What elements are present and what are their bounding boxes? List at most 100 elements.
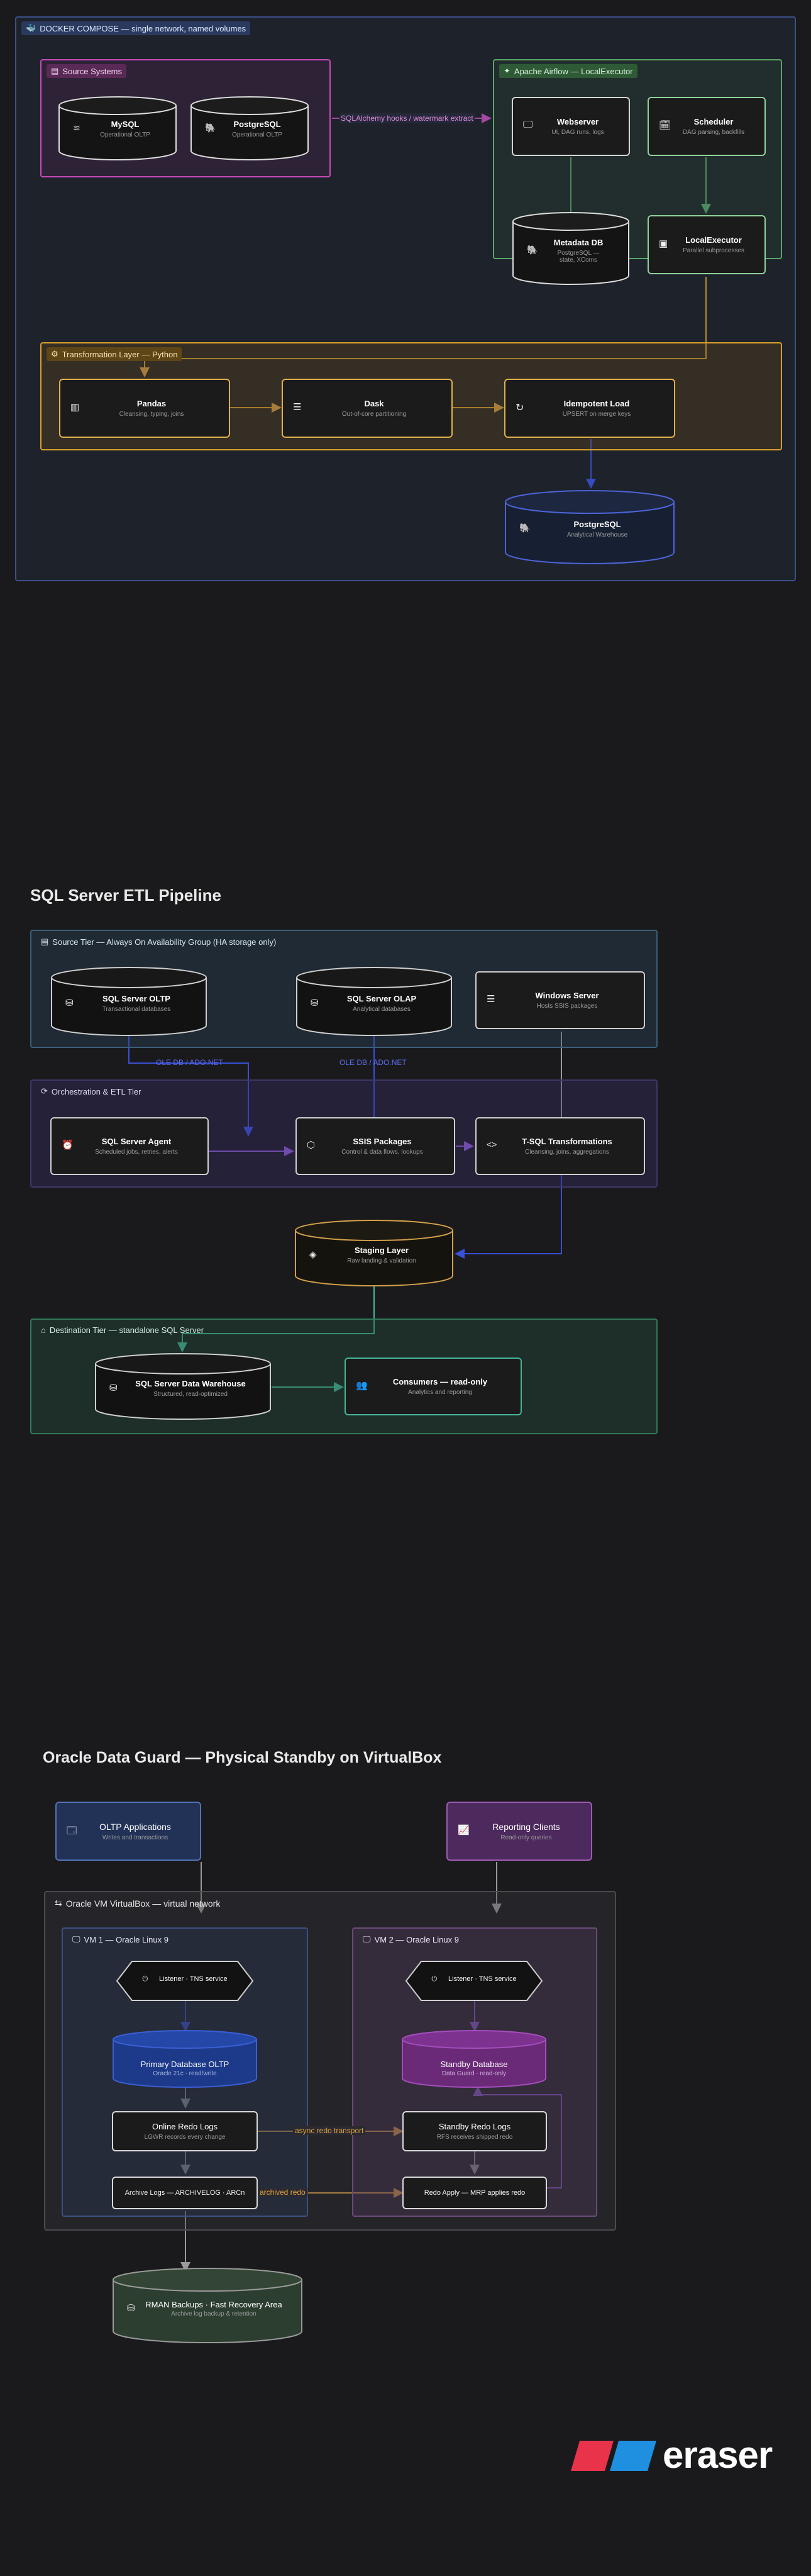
scheduler-title: Scheduler xyxy=(693,117,734,126)
archive-logs-node[interactable]: Archive Logs — ARCHIVELOG · ARCn xyxy=(112,2177,258,2209)
webserver-node[interactable]: 🖵 Webserver UI, DAG runs, logs xyxy=(512,97,630,156)
postgres-source-subtitle: Operational OLTP xyxy=(232,131,282,138)
eraser-logo: eraser xyxy=(568,2434,795,2476)
airflow-icon: ✦ xyxy=(504,66,510,75)
online-redo-subtitle: LGWR records every change xyxy=(144,2134,226,2141)
mysql-icon: ≋ xyxy=(73,123,80,133)
network-icon: ⇆ xyxy=(55,1898,62,1908)
consumers-subtitle: Analytics and reporting xyxy=(408,1389,472,1396)
sqlserver-oltp-db[interactable]: ⛁ SQL Server OLTP Transactional database… xyxy=(50,966,207,1037)
rman-title: RMAN Backups · Fast Recovery Area xyxy=(145,2300,282,2309)
plug-icon: ⏻ xyxy=(142,1975,148,1983)
brand-name: eraser xyxy=(663,2434,773,2476)
database-icon: ▤ xyxy=(41,937,49,946)
winserver-title: Windows Server xyxy=(535,991,599,1000)
orch-tier-label: Orchestration & ETL Tier xyxy=(51,1086,141,1096)
oltp-title: SQL Server OLTP xyxy=(102,994,170,1003)
warehouse-icon: ⌂ xyxy=(41,1325,46,1335)
database-icon: ⛁ xyxy=(127,2303,135,2314)
staging-layer-db[interactable]: ◈ Staging Layer Raw landing & validation xyxy=(294,1219,454,1287)
calendar-icon: 🗓 xyxy=(659,120,671,131)
source-tier-label: Source Tier — Always On Availability Gro… xyxy=(52,937,277,947)
chart-icon: 📈 xyxy=(458,1825,470,1836)
listener-vm2[interactable]: ⏻ Listener · TNS service xyxy=(405,1960,543,2002)
primary-database[interactable]: Primary Database OLTP Oracle 21c · read/… xyxy=(112,2029,258,2088)
async-redo-edge-label: async redo transport xyxy=(293,2126,366,2135)
tsql-subtitle: Cleansing, joins, aggregations xyxy=(525,1149,609,1156)
agent-subtitle: Scheduled jobs, retries, alerts xyxy=(95,1149,178,1156)
winserver-subtitle: Hosts SSIS packages xyxy=(536,1003,598,1010)
rman-backups-db[interactable]: ⛁ RMAN Backups · Fast Recovery Area Arch… xyxy=(112,2267,303,2344)
listener-vm2-label: Listener · TNS service xyxy=(448,1975,517,1983)
dask-node[interactable]: ☰ Dask Out-of-core partitioning xyxy=(282,379,453,438)
listener-vm1[interactable]: ⏻ Listener · TNS service xyxy=(116,1960,254,2002)
alarm-clock-icon: ⏰ xyxy=(62,1140,74,1151)
standby-title: Standby Database xyxy=(440,2060,508,2069)
reporting-clients-node[interactable]: 📈 Reporting Clients Read-only queries xyxy=(446,1802,592,1861)
mysql-subtitle: Operational OLTP xyxy=(100,131,150,138)
postgres-warehouse[interactable]: 🐘 PostgreSQL Analytical Warehouse xyxy=(504,489,675,565)
cpu-icon: ▣ xyxy=(659,238,668,249)
pandas-node[interactable]: ▥ Pandas Cleansing, typing, joins xyxy=(59,379,230,438)
server-icon: ☰ xyxy=(293,402,302,413)
sql-agent-node[interactable]: ⏰ SQL Server Agent Scheduled jobs, retri… xyxy=(50,1117,209,1175)
scheduler-subtitle: DAG parsing, backfills xyxy=(682,129,745,136)
consumers-node[interactable]: 👥 Consumers — read-only Analytics and re… xyxy=(345,1358,522,1415)
listener-vm1-label: Listener · TNS service xyxy=(159,1975,228,1983)
idempotent-title: Idempotent Load xyxy=(563,399,630,408)
standby-redo-title: Standby Redo Logs xyxy=(438,2122,511,2131)
rman-subtitle: Archive log backup & retention xyxy=(171,2311,257,2317)
warehouse-title: PostgreSQL xyxy=(573,520,621,529)
webserver-subtitle: UI, DAG runs, logs xyxy=(551,129,604,136)
postgres-icon: 🐘 xyxy=(519,523,531,533)
dask-title: Dask xyxy=(364,399,384,408)
sqlserver-olap-db[interactable]: ⛁ SQL Server OLAP Analytical databases xyxy=(295,966,453,1037)
olap-subtitle: Analytical databases xyxy=(353,1006,411,1013)
standby-redo-subtitle: RFS receives shipped redo xyxy=(436,2134,513,2141)
oltp-apps-title: OLTP Applications xyxy=(99,1821,171,1832)
online-redo-logs-node[interactable]: Online Redo Logs LGWR records every chan… xyxy=(112,2111,258,2151)
mysql-database[interactable]: ≋ MySQL Operational OLTP xyxy=(58,96,177,161)
standby-database[interactable]: Standby Database Data Guard · read-only xyxy=(401,2029,547,2088)
dw-subtitle: Structured, read-optimized xyxy=(153,1391,228,1398)
idempotent-load-node[interactable]: ↻ Idempotent Load UPSERT on merge keys xyxy=(504,379,675,438)
olap-title: SQL Server OLAP xyxy=(346,994,417,1003)
data-warehouse-db[interactable]: ⛁ SQL Server Data Warehouse Structured, … xyxy=(94,1352,272,1420)
extract-edge-label: SQLAlchemy hooks / watermark extract xyxy=(339,113,475,123)
airflow-group-label: Apache Airflow — LocalExecutor xyxy=(514,66,633,76)
primary-subtitle: Oracle 21c · read/write xyxy=(153,2070,217,2077)
pandas-icon: ▥ xyxy=(70,402,80,413)
redo-apply-node[interactable]: Redo Apply — MRP applies redo xyxy=(402,2177,547,2209)
standby-redo-logs-node[interactable]: Standby Redo Logs RFS receives shipped r… xyxy=(402,2111,547,2151)
reporting-subtitle: Read-only queries xyxy=(500,1834,552,1841)
database-icon: ⛁ xyxy=(109,1383,118,1393)
users-icon: 👥 xyxy=(356,1380,368,1391)
metadata-db[interactable]: 🐘 Metadata DB PostgreSQL — state, XComs xyxy=(512,211,630,287)
staging-subtitle: Raw landing & validation xyxy=(347,1257,416,1264)
workflow-icon: ⟳ xyxy=(41,1086,48,1096)
oltp-apps-node[interactable]: 🗔 OLTP Applications Writes and transacti… xyxy=(55,1802,201,1861)
plug-icon: ⏻ xyxy=(431,1975,438,1983)
idempotent-subtitle: UPSERT on merge keys xyxy=(562,411,631,418)
oracle-heading: Oracle Data Guard — Physical Standby on … xyxy=(43,1749,442,1766)
redo-apply-label: Redo Apply — MRP applies redo xyxy=(424,2189,526,2197)
windows-server-node[interactable]: ☰ Windows Server Hosts SSIS packages xyxy=(475,971,645,1029)
vm2-group-label: VM 2 — Oracle Linux 9 xyxy=(374,1934,459,1944)
tsql-node[interactable]: <> T-SQL Transformations Cleansing, join… xyxy=(475,1117,645,1175)
database-icon: ⛁ xyxy=(65,998,74,1008)
monitor-icon: 🖵 xyxy=(523,120,533,130)
ssis-subtitle: Control & data flows, lookups xyxy=(341,1149,423,1156)
ssis-packages-node[interactable]: ⬡ SSIS Packages Control & data flows, lo… xyxy=(295,1117,455,1175)
reporting-title: Reporting Clients xyxy=(492,1821,560,1832)
postgres-source-database[interactable]: 🐘 PostgreSQL Operational OLTP xyxy=(190,96,309,161)
consumers-title: Consumers — read-only xyxy=(392,1377,488,1386)
online-redo-title: Online Redo Logs xyxy=(152,2122,218,2131)
standby-subtitle: Data Guard · read-only xyxy=(441,2070,507,2077)
database-icon: ▤ xyxy=(51,66,59,75)
warehouse-subtitle: Analytical Warehouse xyxy=(566,532,628,538)
local-executor-node[interactable]: ▣ LocalExecutor Parallel subprocesses xyxy=(648,215,766,274)
vbox-group-label: Oracle VM VirtualBox — virtual network xyxy=(65,1898,221,1909)
scheduler-node[interactable]: 🗓 Scheduler DAG parsing, backfills xyxy=(648,97,766,156)
ole-edge-label-1: OLE DB / ADO.NET xyxy=(156,1058,223,1067)
pandas-title: Pandas xyxy=(136,399,167,408)
